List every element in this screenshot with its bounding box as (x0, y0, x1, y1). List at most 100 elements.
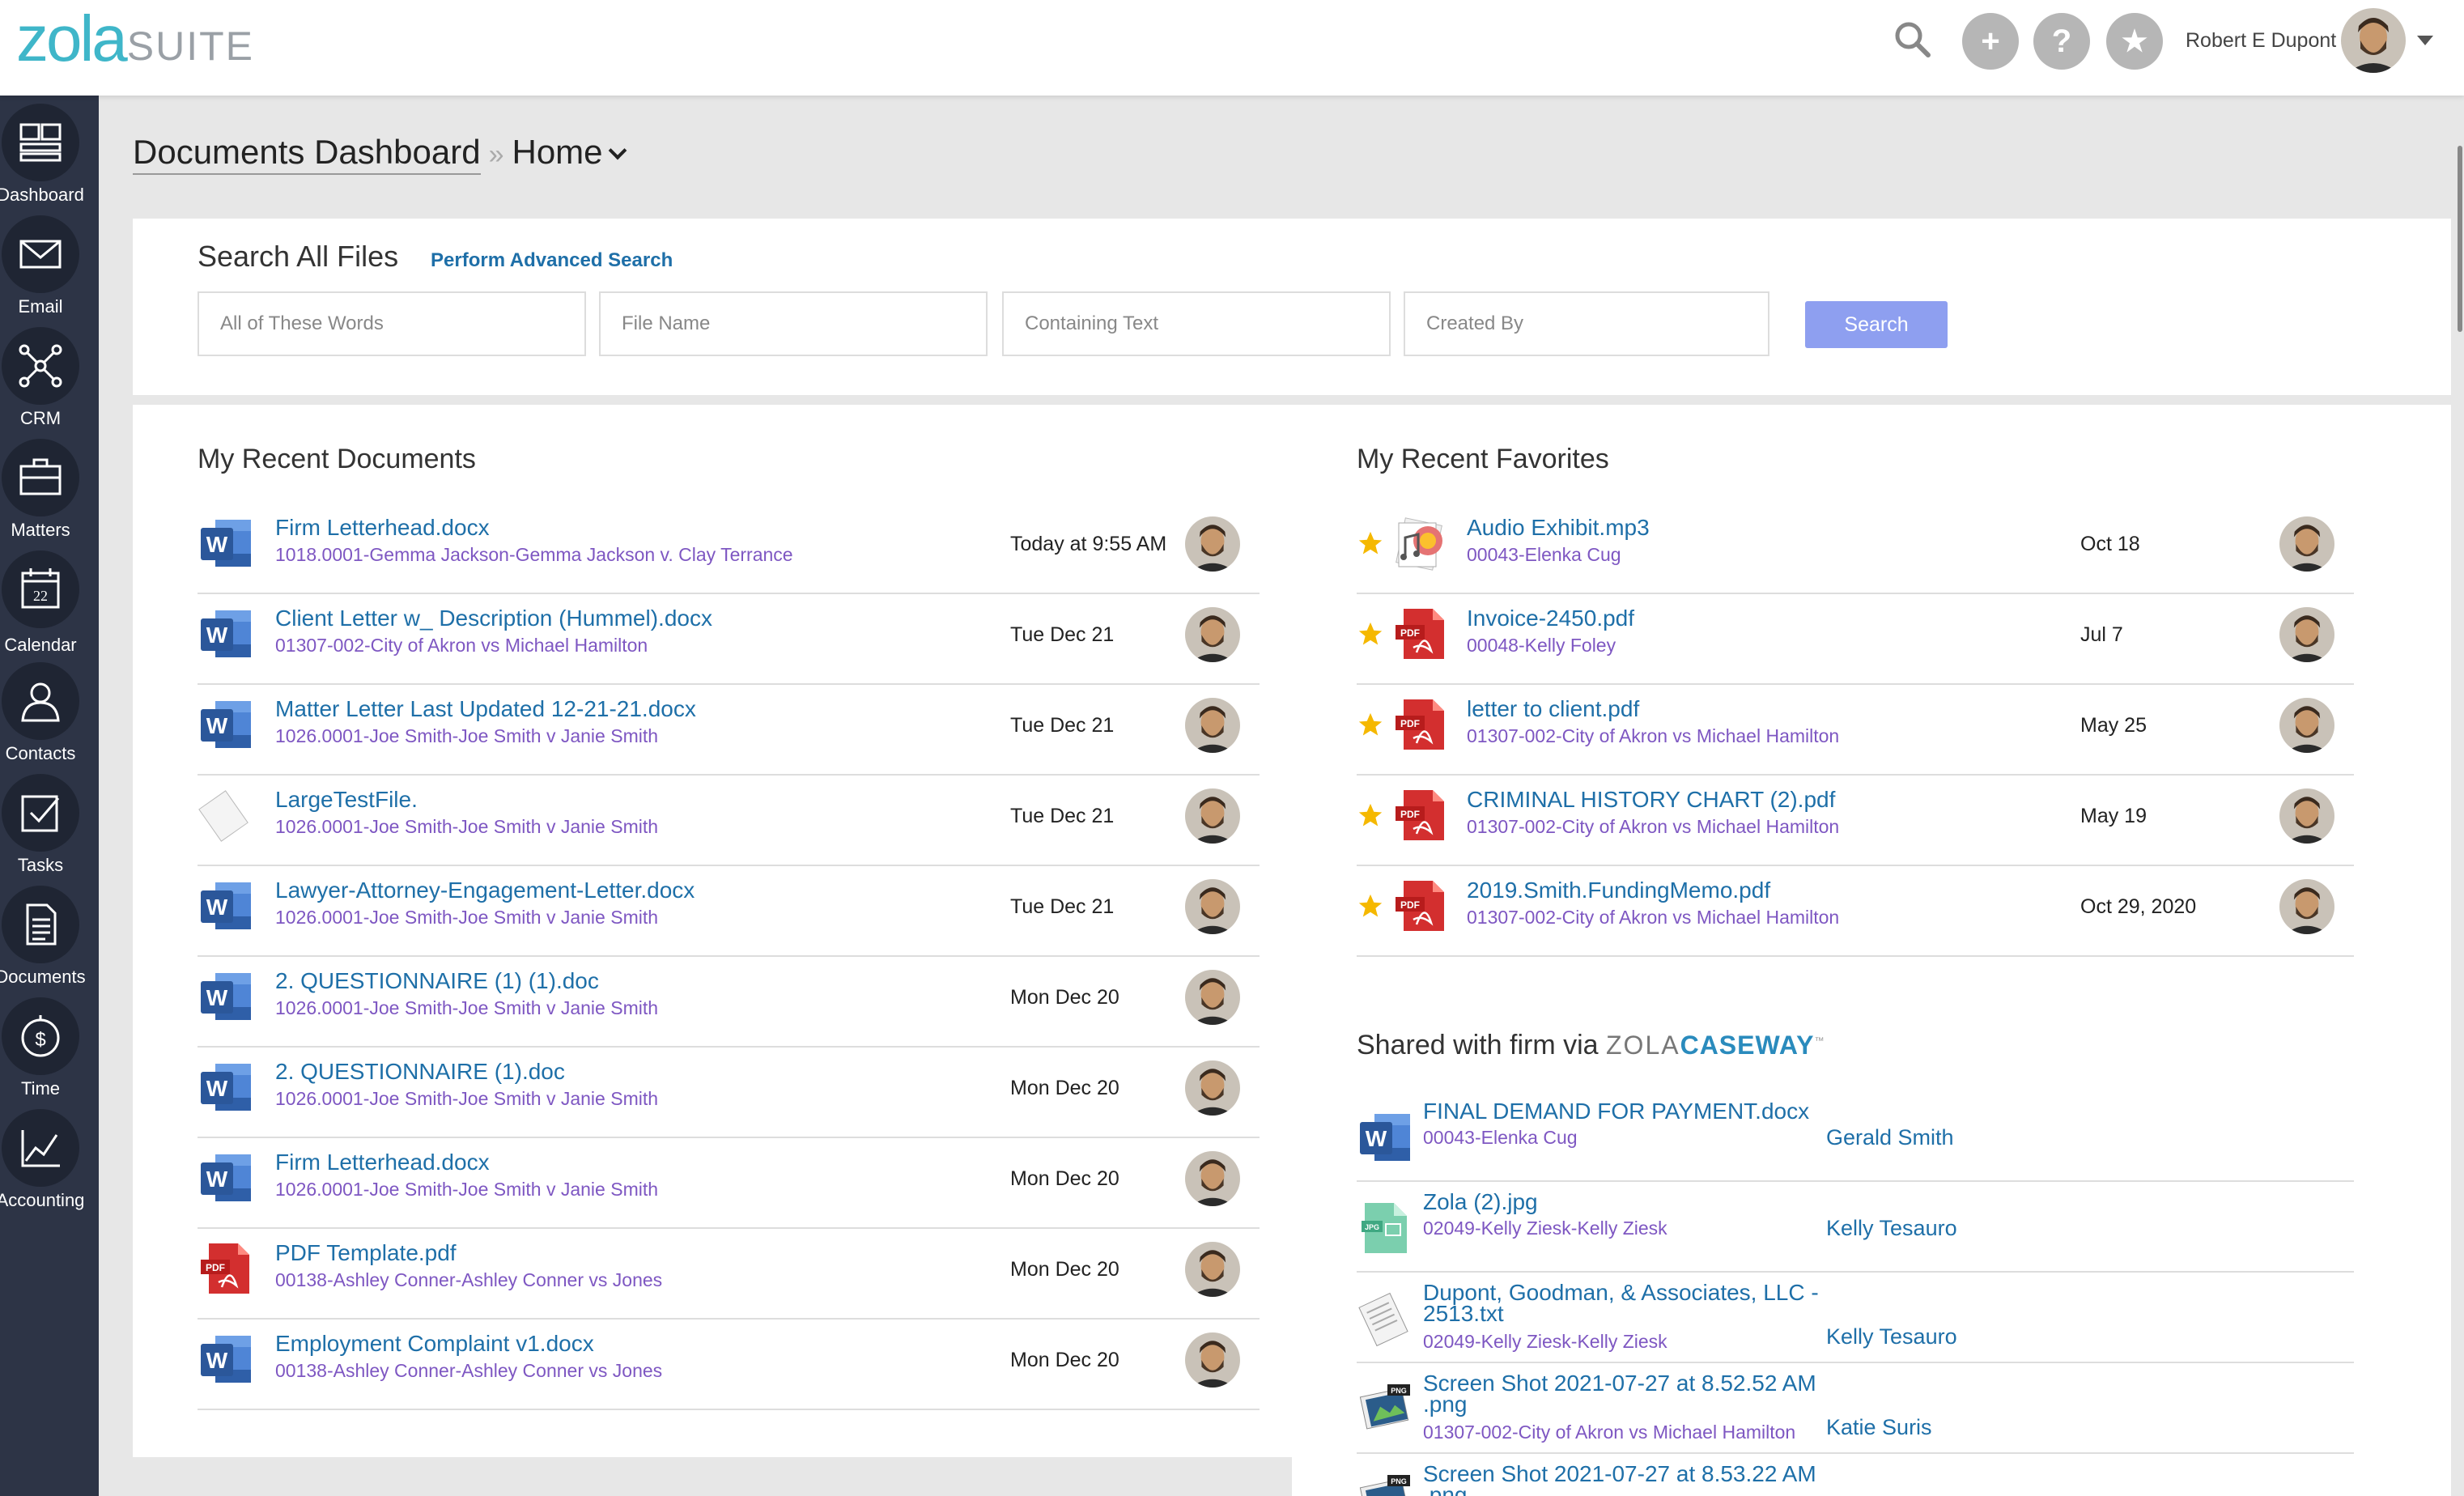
file-name-link[interactable]: LargeTestFile. (275, 787, 418, 813)
avatar[interactable] (2279, 698, 2334, 753)
sidebar-item-dashboard[interactable]: Dashboard (0, 96, 99, 207)
file-name-link[interactable]: CRIMINAL HISTORY CHART (2).pdf (1467, 787, 1835, 813)
avatar[interactable] (2279, 607, 2334, 662)
avatar[interactable] (1185, 1060, 1240, 1116)
avatar[interactable] (1185, 788, 1240, 844)
matter-link[interactable]: 1018.0001-Gemma Jackson-Gemma Jackson v.… (275, 544, 793, 566)
file-name-link[interactable]: Firm Letterhead.docx (275, 515, 490, 541)
file-name-link[interactable]: Lawyer-Attorney-Engagement-Letter.docx (275, 878, 695, 903)
matter-link[interactable]: 02049-Kelly Ziesk-Kelly Ziesk (1423, 1218, 1667, 1239)
file-name-link[interactable]: 2019.Smith.FundingMemo.pdf (1467, 878, 1770, 903)
file-name-input[interactable]: File Name (599, 291, 988, 356)
matter-link[interactable]: 1026.0001-Joe Smith-Joe Smith v Janie Sm… (275, 1088, 658, 1110)
matter-link[interactable]: 1026.0001-Joe Smith-Joe Smith v Janie Sm… (275, 725, 658, 747)
list-item[interactable]: W 2. QUESTIONNAIRE (1) (1).doc 1026.0001-J… (198, 957, 1260, 1048)
sidebar-item-contacts[interactable]: Contacts (0, 654, 99, 766)
avatar[interactable] (1185, 607, 1240, 662)
avatar[interactable] (2279, 879, 2334, 934)
avatar[interactable] (1185, 698, 1240, 753)
file-name-link[interactable]: Firm Letterhead.docx (275, 1150, 490, 1175)
matter-link[interactable]: 02049-Kelly Ziesk-Kelly Ziesk (1423, 1331, 1667, 1353)
list-item[interactable]: LargeTestFile. 1026.0001-Joe Smith-Joe Sm… (198, 776, 1260, 866)
shared-by-name[interactable]: Katie Suris (1826, 1415, 1932, 1440)
file-name-link[interactable]: letter to client.pdf (1467, 696, 1639, 722)
search-button[interactable]: Search (1805, 301, 1948, 348)
favorite-star-icon[interactable] (1357, 801, 1384, 829)
avatar[interactable] (1185, 516, 1240, 572)
matter-link[interactable]: 1026.0001-Joe Smith-Joe Smith v Janie Sm… (275, 1179, 658, 1201)
file-name-link[interactable]: PDF Template.pdf (275, 1240, 457, 1266)
avatar[interactable] (1185, 879, 1240, 934)
file-name-link[interactable]: 2. QUESTIONNAIRE (1).doc (275, 1059, 565, 1085)
sidebar-item-calendar[interactable]: 22 Calendar (0, 542, 99, 655)
list-item[interactable]: W Firm Letterhead.docx 1018.0001-Gemma Jac… (198, 504, 1260, 594)
user-menu-caret-icon[interactable] (2417, 36, 2433, 45)
list-item[interactable]: PNG Screen Shot 2021-07-27 at 8.53.22 AM.… (1357, 1454, 2354, 1496)
matter-link[interactable]: 00138-Ashley Conner-Ashley Conner vs Jon… (275, 1269, 662, 1291)
list-item[interactable]: Audio Exhibit.mp3 00043-Elenka Cug Oct 18 (1357, 504, 2354, 594)
matter-link[interactable]: 1026.0001-Joe Smith-Joe Smith v Janie Sm… (275, 997, 658, 1019)
chevron-down-icon[interactable] (608, 141, 627, 160)
favorites-button[interactable]: ★ (2106, 13, 2163, 70)
sidebar-item-matters[interactable]: Matters (0, 431, 99, 542)
sidebar-item-documents[interactable]: Documents (0, 878, 99, 989)
avatar[interactable] (1185, 1242, 1240, 1297)
list-item[interactable]: W Client Letter w_ Description (Hummel).d… (198, 594, 1260, 685)
file-name-link[interactable]: FINAL DEMAND FOR PAYMENT.docx (1423, 1100, 1809, 1123)
list-item[interactable]: W Firm Letterhead.docx 1026.0001-Joe Smith… (198, 1138, 1260, 1229)
breadcrumb-current[interactable]: Home (512, 133, 602, 172)
shared-by-name[interactable]: Kelly Tesauro (1826, 1216, 1957, 1241)
created-by-input[interactable]: Created By (1404, 291, 1769, 356)
search-icon[interactable] (1889, 16, 1938, 65)
file-name-link[interactable]: Screen Shot 2021-07-27 at 8.53.22 AM .png (1423, 1463, 1816, 1496)
list-item[interactable]: PDF Invoice-2450.pdf 00048-Kelly Foley Jul … (1357, 594, 2354, 685)
file-name-link[interactable]: Client Letter w_ Description (Hummel).do… (275, 606, 712, 631)
avatar[interactable] (1185, 1332, 1240, 1388)
favorite-star-icon[interactable] (1357, 620, 1384, 648)
sidebar-item-accounting[interactable]: Accounting (0, 1101, 99, 1213)
help-button[interactable]: ? (2033, 13, 2090, 70)
file-name-link[interactable]: Dupont, Goodman, & Associates, LLC -2513… (1423, 1281, 1819, 1325)
page-scrollbar[interactable] (2458, 146, 2462, 332)
matter-link[interactable]: 01307-002-City of Akron vs Michael Hamil… (1423, 1422, 1795, 1443)
shared-by-name[interactable]: Kelly Tesauro (1826, 1324, 1957, 1349)
favorite-star-icon[interactable] (1357, 711, 1384, 738)
file-name-link[interactable]: 2. QUESTIONNAIRE (1) (1).doc (275, 968, 599, 994)
matter-link[interactable]: 00043-Elenka Cug (1423, 1127, 1578, 1149)
advanced-search-link[interactable]: Perform Advanced Search (431, 249, 673, 272)
avatar[interactable] (1185, 1151, 1240, 1206)
list-item[interactable]: Dupont, Goodman, & Associates, LLC -2513… (1357, 1273, 2354, 1363)
list-item[interactable]: W Employment Complaint v1.docx 00138-Ashle… (198, 1320, 1260, 1410)
list-item[interactable]: PDF letter to client.pdf 01307-002-City of… (1357, 685, 2354, 776)
sidebar-item-crm[interactable]: CRM (0, 319, 99, 431)
list-item[interactable]: PDF 2019.Smith.FundingMemo.pdf 01307-002-C… (1357, 866, 2354, 957)
matter-link[interactable]: 01307-002-City of Akron vs Michael Hamil… (1467, 725, 1839, 747)
sidebar-item-time[interactable]: $ Time (0, 989, 99, 1101)
list-item[interactable]: W 2. QUESTIONNAIRE (1).doc 1026.0001-Joe S… (198, 1048, 1260, 1138)
file-name-link[interactable]: Matter Letter Last Updated 12-21-21.docx (275, 696, 696, 722)
matter-link[interactable]: 01307-002-City of Akron vs Michael Hamil… (275, 635, 648, 657)
breadcrumb-root[interactable]: Documents Dashboard (133, 133, 481, 175)
list-item[interactable]: PDF CRIMINAL HISTORY CHART (2).pdf 01307-0… (1357, 776, 2354, 866)
matter-link[interactable]: 01307-002-City of Akron vs Michael Hamil… (1467, 907, 1839, 929)
list-item[interactable]: PDF PDF Template.pdf 00138-Ashley Conner-A… (198, 1229, 1260, 1320)
file-name-link[interactable]: Audio Exhibit.mp3 (1467, 515, 1650, 541)
avatar[interactable] (2341, 8, 2406, 73)
sidebar-item-email[interactable]: Email (0, 207, 99, 319)
matter-link[interactable]: 00043-Elenka Cug (1467, 544, 1621, 566)
matter-link[interactable]: 01307-002-City of Akron vs Michael Hamil… (1467, 816, 1839, 838)
file-name-link[interactable]: Employment Complaint v1.docx (275, 1331, 594, 1357)
avatar[interactable] (2279, 788, 2334, 844)
shared-by-name[interactable]: Gerald Smith (1826, 1125, 1954, 1150)
avatar[interactable] (2279, 516, 2334, 572)
list-item[interactable]: PNG Screen Shot 2021-07-27 at 8.52.52 AM.… (1357, 1363, 2354, 1454)
all-words-input[interactable]: All of These Words (198, 291, 586, 356)
file-name-link[interactable]: Screen Shot 2021-07-27 at 8.52.52 AM .png (1423, 1372, 1816, 1416)
containing-text-input[interactable]: Containing Text (1002, 291, 1391, 356)
matter-link[interactable]: 1026.0001-Joe Smith-Joe Smith v Janie Sm… (275, 907, 658, 929)
matter-link[interactable]: 00138-Ashley Conner-Ashley Conner vs Jon… (275, 1360, 662, 1382)
user-name[interactable]: Robert E Dupont (2186, 29, 2336, 53)
zolasuite-logo[interactable]: zola SUITE (16, 6, 254, 71)
file-name-link[interactable]: Zola (2).jpg (1423, 1191, 1538, 1213)
matter-link[interactable]: 1026.0001-Joe Smith-Joe Smith v Janie Sm… (275, 816, 658, 838)
